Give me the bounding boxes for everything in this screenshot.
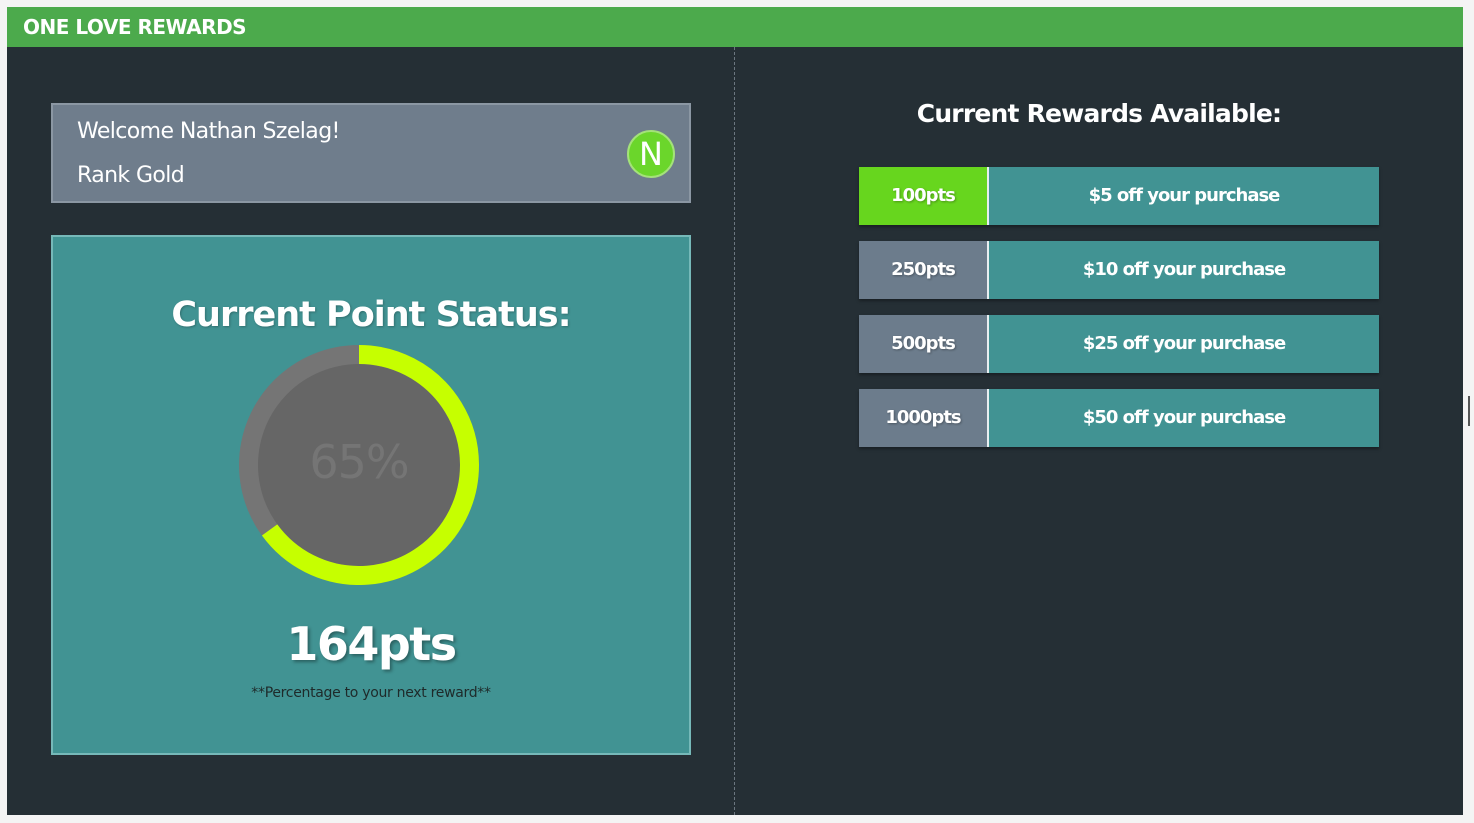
reward-points: 100pts (859, 167, 987, 225)
reward-description: $25 off your purchase (989, 315, 1379, 373)
rank-label: Rank Gold (77, 163, 185, 188)
avatar[interactable]: N (627, 130, 675, 178)
rewards-title: Current Rewards Available: (916, 99, 1282, 128)
app-title: ONE LOVE REWARDS (23, 15, 247, 39)
reward-description: $5 off your purchase (989, 167, 1379, 225)
welcome-card: Welcome Nathan Szelag! Rank Gold N (51, 103, 691, 203)
reward-description: $50 off your purchase (989, 389, 1379, 447)
points-note: **Percentage to your next reward** (251, 685, 491, 701)
reward-item[interactable]: 1000pts $50 off your purchase (859, 389, 1379, 447)
reward-description: $10 off your purchase (989, 241, 1379, 299)
progress-percent: 65% (309, 435, 409, 489)
reward-points: 1000pts (859, 389, 987, 447)
reward-points: 250pts (859, 241, 987, 299)
reward-item[interactable]: 100pts $5 off your purchase (859, 167, 1379, 225)
reward-item[interactable]: 500pts $25 off your purchase (859, 315, 1379, 373)
reward-item[interactable]: 250pts $10 off your purchase (859, 241, 1379, 299)
rewards-list: 100pts $5 off your purchase 250pts $10 o… (859, 167, 1379, 463)
points-total: 164pts (286, 617, 457, 671)
app-window: ONE LOVE REWARDS Welcome Nathan Szelag! … (7, 7, 1463, 815)
resize-handle[interactable] (1468, 396, 1470, 426)
app-header: ONE LOVE REWARDS (7, 7, 1463, 47)
point-status-title: Current Point Status: (171, 295, 571, 335)
welcome-message: Welcome Nathan Szelag! (77, 119, 340, 144)
point-status-card: Current Point Status: 65% 164pts **Perce… (51, 235, 691, 755)
column-divider (734, 47, 735, 815)
reward-points: 500pts (859, 315, 987, 373)
